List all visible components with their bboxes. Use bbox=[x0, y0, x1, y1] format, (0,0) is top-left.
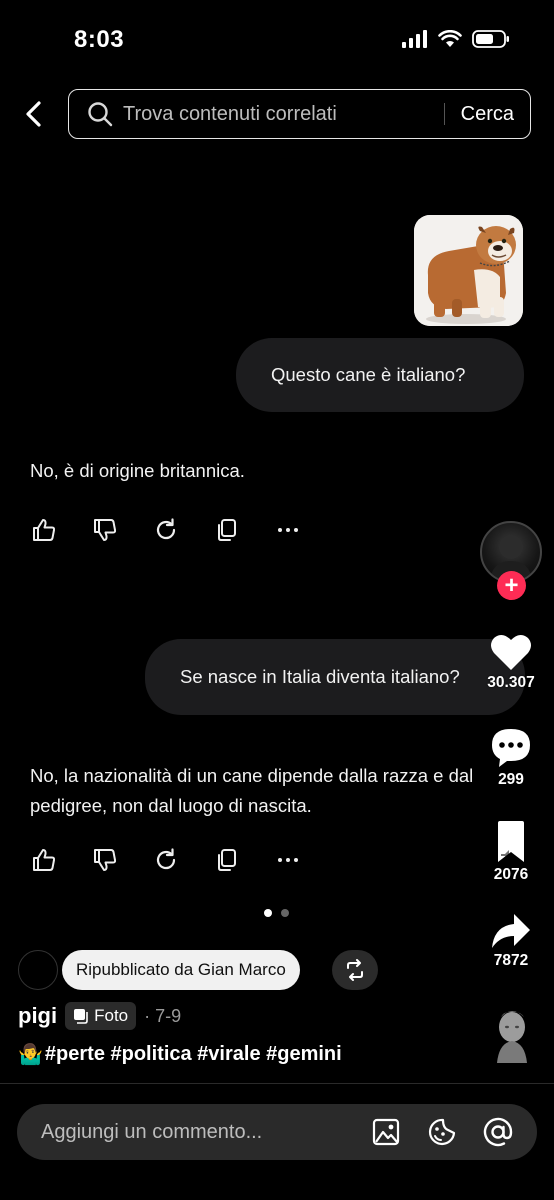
repost-button[interactable] bbox=[332, 950, 378, 990]
carousel-page-indicator bbox=[264, 909, 289, 917]
divider bbox=[0, 1083, 554, 1084]
chevron-left-icon bbox=[26, 101, 41, 127]
message-actions bbox=[30, 846, 301, 873]
search-button[interactable]: Cerca bbox=[461, 103, 514, 126]
assistant-message: No, è di origine britannica. bbox=[30, 460, 245, 481]
comment-bubble-icon bbox=[492, 729, 530, 767]
photo-stack-icon bbox=[74, 1009, 88, 1024]
search-icon bbox=[88, 102, 113, 127]
emoji-button[interactable] bbox=[425, 1115, 459, 1149]
back-button[interactable] bbox=[18, 98, 48, 130]
reposter-avatar[interactable] bbox=[18, 950, 58, 990]
statue-image bbox=[487, 1005, 537, 1063]
post-caption: 🤷‍♂️ #perte #politica #virale #gemini bbox=[18, 1042, 342, 1067]
page-dot bbox=[281, 909, 289, 917]
thumbs-up-icon bbox=[32, 518, 55, 541]
search-divider bbox=[443, 103, 445, 125]
bookmark-icon bbox=[498, 821, 524, 862]
comment-count: 299 bbox=[498, 771, 524, 788]
search-input[interactable]: Trova contenuti correlati bbox=[123, 103, 444, 126]
heart-icon bbox=[491, 634, 531, 670]
thumbs-down-button[interactable] bbox=[91, 516, 118, 543]
share-arrow-icon bbox=[492, 914, 530, 948]
refresh-icon bbox=[156, 847, 175, 869]
status-time: 8:03 bbox=[74, 26, 125, 53]
image-icon bbox=[372, 1118, 400, 1146]
thumbs-down-icon bbox=[93, 848, 116, 871]
thumbs-up-icon bbox=[32, 848, 55, 871]
shrug-emoji: 🤷‍♂️ bbox=[18, 1044, 43, 1066]
copy-icon bbox=[217, 518, 236, 541]
save-button[interactable]: 2076 bbox=[476, 820, 546, 884]
author-name[interactable]: pigi bbox=[18, 1003, 57, 1029]
bulldog-image bbox=[414, 215, 523, 326]
search-bar[interactable]: Trova contenuti correlati Cerca bbox=[68, 89, 531, 139]
photo-type-label: Foto bbox=[94, 1006, 129, 1025]
comment-button[interactable]: 299 bbox=[476, 727, 546, 789]
repost-icon bbox=[347, 959, 363, 981]
follow-button[interactable]: + bbox=[497, 571, 526, 600]
copy-button[interactable] bbox=[213, 846, 240, 873]
thumbs-down-button[interactable] bbox=[91, 846, 118, 873]
more-options-button[interactable] bbox=[274, 516, 301, 543]
like-count: 30.307 bbox=[487, 674, 535, 691]
thumbs-down-icon bbox=[93, 518, 116, 541]
photo-type-tag: Foto bbox=[65, 1002, 137, 1030]
post-date: · 7-9 bbox=[144, 1005, 182, 1026]
battery-icon bbox=[472, 30, 509, 48]
user-message-bubble: Se nasce in Italia diventa italiano? bbox=[145, 639, 525, 715]
wifi-icon bbox=[438, 30, 462, 47]
user-message-bubble: Questo cane è italiano? bbox=[236, 338, 524, 412]
copy-icon bbox=[217, 848, 236, 871]
regenerate-button[interactable] bbox=[152, 516, 179, 543]
comment-bar: Aggiungi un commento... bbox=[17, 1104, 537, 1160]
share-button[interactable]: 7872 bbox=[476, 912, 546, 970]
more-options-button[interactable] bbox=[274, 846, 301, 873]
assistant-message: No, la nazionalità di un cane dipende da… bbox=[30, 765, 474, 816]
thumbs-up-button[interactable] bbox=[30, 846, 57, 873]
bulldog-photo[interactable] bbox=[414, 215, 523, 326]
message-actions bbox=[30, 516, 301, 543]
caption-hashtags[interactable]: #perte #politica #virale #gemini bbox=[45, 1043, 342, 1066]
more-icon bbox=[277, 527, 298, 532]
comment-input[interactable]: Aggiungi un commento... bbox=[41, 1121, 369, 1144]
more-icon bbox=[277, 857, 298, 862]
cellular-signal-icon bbox=[402, 30, 427, 48]
share-count: 7872 bbox=[493, 952, 529, 969]
repost-label: Ripubblicato da Gian Marco bbox=[62, 950, 300, 990]
mention-button[interactable] bbox=[481, 1115, 515, 1149]
status-icons bbox=[402, 30, 510, 48]
refresh-icon bbox=[156, 517, 175, 539]
regenerate-button[interactable] bbox=[152, 846, 179, 873]
sticker-face-icon bbox=[428, 1118, 456, 1146]
page-dot-active bbox=[264, 909, 272, 917]
thumbs-up-button[interactable] bbox=[30, 516, 57, 543]
post-meta: pigi Foto · 7-9 bbox=[18, 1002, 181, 1030]
attach-image-button[interactable] bbox=[369, 1115, 403, 1149]
sound-thumbnail[interactable] bbox=[487, 1005, 537, 1063]
at-sign-icon bbox=[483, 1117, 513, 1147]
save-count: 2076 bbox=[493, 866, 529, 883]
like-button[interactable]: 30.307 bbox=[476, 632, 546, 692]
copy-button[interactable] bbox=[213, 516, 240, 543]
